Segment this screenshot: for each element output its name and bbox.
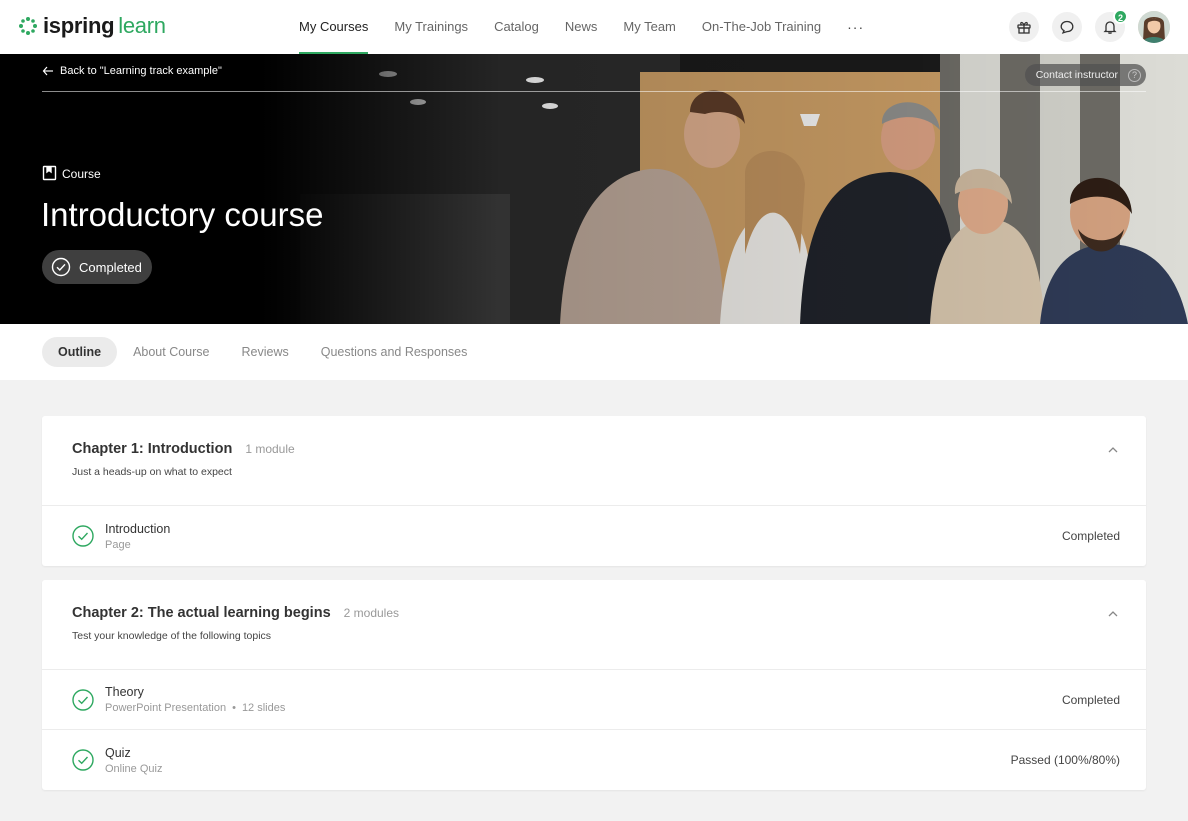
chat-button[interactable] xyxy=(1052,12,1082,42)
module-type: Online Quiz xyxy=(105,763,1011,775)
course-status-badge: Completed xyxy=(42,250,152,284)
user-avatar[interactable] xyxy=(1138,11,1170,43)
notification-count-badge: 2 xyxy=(1113,9,1128,24)
course-title: Introductory course xyxy=(41,196,324,233)
module-row[interactable]: Quiz Online Quiz Passed (100%/80%) xyxy=(42,730,1146,790)
module-name: Theory xyxy=(105,685,144,699)
tab-about-course[interactable]: About Course xyxy=(117,337,225,367)
content-type-label: Course xyxy=(42,165,101,181)
avatar-image xyxy=(1138,11,1170,43)
chapter-title: Chapter 1: Introduction xyxy=(72,441,233,457)
chapter-header[interactable]: Chapter 2: The actual learning begins 2 … xyxy=(42,580,1146,670)
completed-check-icon xyxy=(72,688,94,711)
top-navigation-bar: ispring learn My Courses My Trainings Cat… xyxy=(0,0,1188,54)
hero-background-photo xyxy=(0,54,1188,324)
chapter-description: Just a heads-up on what to expect xyxy=(72,466,232,478)
back-link-label: Back to "Learning track example" xyxy=(60,65,222,77)
chapter-card: Chapter 2: The actual learning begins 2 … xyxy=(42,580,1146,790)
more-menu-icon[interactable]: ··· xyxy=(834,0,877,54)
module-row[interactable]: Theory PowerPoint Presentation • 12 slides… xyxy=(42,670,1146,730)
contact-instructor-button[interactable]: Contact instructor ? xyxy=(1024,64,1146,86)
chapter-title: Chapter 2: The actual learning begins xyxy=(72,605,331,621)
chevron-up-icon[interactable] xyxy=(1106,607,1120,621)
tab-questions-and-responses[interactable]: Questions and Responses xyxy=(305,337,484,367)
logo-text-secondary: learn xyxy=(118,13,166,38)
nav-item-my-trainings[interactable]: My Trainings xyxy=(381,0,481,54)
course-tabs: Outline About Course Reviews Questions a… xyxy=(0,324,1188,380)
logo-text-primary: ispring xyxy=(43,13,115,38)
gift-icon xyxy=(1017,21,1031,34)
chapter-description: Test your knowledge of the following top… xyxy=(72,630,272,642)
tab-reviews[interactable]: Reviews xyxy=(226,337,305,367)
course-status-text: Completed xyxy=(79,259,142,275)
module-type: Page xyxy=(105,539,1062,551)
module-name: Introduction xyxy=(105,521,171,536)
module-status: Completed xyxy=(1061,692,1120,707)
chapter-module-count: 1 module xyxy=(245,442,295,456)
help-icon: ? xyxy=(1128,68,1141,82)
module-type-text: PowerPoint Presentation xyxy=(105,702,227,714)
hero-divider xyxy=(42,91,1146,92)
nav-item-on-the-job-training[interactable]: On-The-Job Training xyxy=(689,0,834,54)
nav-item-my-team[interactable]: My Team xyxy=(610,0,689,54)
module-name: Quiz xyxy=(105,745,131,760)
back-to-learning-track-link[interactable]: Back to "Learning track example" xyxy=(42,65,222,77)
completed-check-icon xyxy=(72,749,94,771)
gift-button[interactable] xyxy=(1009,12,1039,42)
notifications-button[interactable]: 2 xyxy=(1095,9,1128,42)
module-row[interactable]: Introduction Page Completed xyxy=(42,506,1146,566)
arrow-left-icon xyxy=(42,66,53,76)
tab-outline[interactable]: Outline xyxy=(42,337,118,367)
module-type: PowerPoint Presentation • 12 slides xyxy=(105,702,1062,714)
chapter-header[interactable]: Chapter 1: Introduction 1 module Just a … xyxy=(42,416,1146,506)
course-hero-banner: Back to "Learning track example" Contact… xyxy=(0,54,1188,324)
check-circle-icon xyxy=(51,257,71,277)
completed-check-icon xyxy=(72,525,94,547)
nav-item-news[interactable]: News xyxy=(552,0,611,54)
chat-icon xyxy=(1060,20,1074,34)
book-icon xyxy=(42,165,57,181)
module-status: Completed xyxy=(1061,529,1120,543)
main-nav: My Courses My Trainings Catalog News My … xyxy=(286,0,877,54)
ispring-logo-icon xyxy=(19,17,37,35)
contact-instructor-label: Contact instructor xyxy=(1035,69,1118,81)
module-type-text: Page xyxy=(105,538,131,551)
module-slide-count: 12 slides xyxy=(241,702,286,714)
content-type-text: Course xyxy=(62,167,101,181)
module-status: Passed (100%/80%) xyxy=(1010,753,1120,767)
module-type-text: Online Quiz xyxy=(105,762,163,775)
chapter-module-count: 2 modules xyxy=(343,606,400,620)
chapter-card: Chapter 1: Introduction 1 module Just a … xyxy=(42,416,1146,566)
header-actions: 2 xyxy=(996,9,1170,43)
chevron-up-icon[interactable] xyxy=(1106,443,1120,457)
ispring-learn-logo[interactable]: ispring learn xyxy=(18,13,166,39)
separator-dot: • xyxy=(232,702,236,714)
nav-item-my-courses[interactable]: My Courses xyxy=(286,0,381,54)
nav-item-catalog[interactable]: Catalog xyxy=(481,0,552,54)
